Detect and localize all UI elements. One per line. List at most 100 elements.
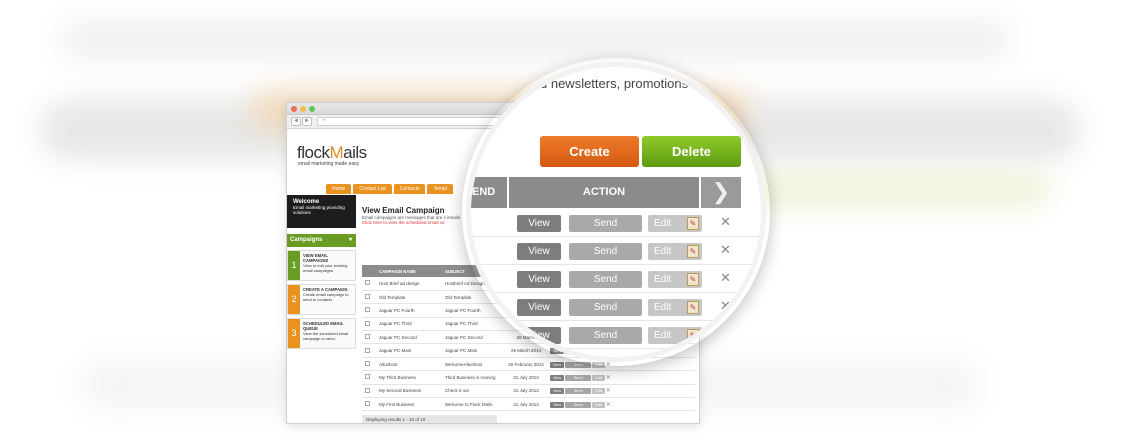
close-dot-icon[interactable]: [291, 106, 297, 112]
magnifier-lens: d newsletters, promotions c Create Delet…: [466, 62, 766, 362]
view-button[interactable]: View: [550, 361, 565, 368]
pencil-icon: ✎: [687, 329, 699, 342]
col-action-header: ACTION: [509, 177, 699, 208]
row-checkbox[interactable]: [362, 343, 376, 358]
bg-blur-top: [60, 20, 1010, 60]
campaign-subject: Third Business is running: [442, 370, 502, 385]
campaign-name: Jaguar PC Third: [376, 317, 442, 332]
delete-x-icon[interactable]: ✕: [720, 270, 731, 286]
row-actions: ViewSendEdit✕: [547, 384, 695, 399]
forward-icon[interactable]: ►: [302, 117, 312, 126]
zoomed-row: View Send Edit ✎ ✕: [471, 321, 761, 349]
send-button[interactable]: Send: [565, 388, 592, 395]
campaigns-header[interactable]: Campaigns ▾: [287, 234, 356, 247]
row-actions: ViewSendEdit✕: [547, 397, 695, 412]
send-button[interactable]: Send: [565, 401, 592, 408]
table-row: My Second Business Check it out 31 July 20…: [362, 384, 695, 399]
row-checkbox[interactable]: [362, 303, 376, 318]
row-checkbox[interactable]: [362, 290, 376, 305]
step-create-campaign[interactable]: 2 CREATE A CAMPAIGN Create email campaig…: [287, 284, 356, 315]
step-title: VIEW EMAIL CAMPAIGNS: [303, 253, 329, 263]
campaign-name: Altushost: [376, 357, 442, 372]
scroll-right-arrow-icon[interactable]: ❯: [701, 177, 741, 208]
campaign-name: My First Business: [376, 397, 442, 412]
send-button[interactable]: Send: [565, 374, 592, 381]
view-button[interactable]: View: [550, 388, 565, 395]
results-footer: Displaying results 1 - 10 of 10: [362, 415, 497, 423]
step-number: 2: [288, 285, 300, 314]
nav-contact-list[interactable]: Contact List: [353, 184, 392, 194]
edit-button[interactable]: Edit: [592, 374, 605, 381]
nav-contacts[interactable]: Contacts: [393, 184, 426, 194]
edit-button[interactable]: Edit ✎: [648, 243, 702, 260]
col-campaign-name: CAMPAIGN NAME: [376, 265, 442, 277]
nav-templates[interactable]: Templ: [427, 184, 453, 194]
delete-x-icon[interactable]: ✕: [720, 242, 731, 258]
campaign-name: Host Brief ad design: [376, 277, 442, 291]
pencil-icon: ✎: [687, 301, 699, 314]
maximize-dot-icon[interactable]: [309, 106, 315, 112]
step-text: Create email campaign to send to contact…: [303, 292, 349, 302]
pencil-icon: ✎: [687, 273, 699, 286]
row-checkbox[interactable]: [362, 370, 376, 385]
nav-home[interactable]: Home: [326, 184, 352, 194]
delete-button[interactable]: Delete: [642, 136, 741, 167]
edit-button[interactable]: Edit: [592, 388, 605, 395]
send-button[interactable]: Send: [569, 271, 642, 288]
minimize-dot-icon[interactable]: [300, 106, 306, 112]
delete-x-icon[interactable]: ✕: [720, 214, 731, 230]
table-row: My Third Business Third Business is runni…: [362, 370, 695, 385]
delete-x-icon[interactable]: ✕: [720, 326, 731, 342]
view-button[interactable]: View: [550, 374, 565, 381]
send-button[interactable]: Send: [569, 299, 642, 316]
delete-x-icon[interactable]: ✕: [606, 402, 611, 408]
view-button[interactable]: View: [517, 327, 561, 344]
delete-x-icon[interactable]: ✕: [606, 375, 611, 381]
row-checkbox[interactable]: [362, 357, 376, 372]
create-button[interactable]: Create: [540, 136, 639, 167]
back-icon[interactable]: ◄: [291, 117, 301, 126]
row-checkbox[interactable]: [362, 317, 376, 332]
zoomed-row: 2014ViewSendEdit✎✕: [471, 209, 761, 237]
send-button[interactable]: Send: [569, 327, 642, 344]
sidebar: Welcome Email marketing providing soluti…: [287, 195, 356, 349]
edit-button[interactable]: Edit ✎: [648, 299, 702, 316]
delete-x-icon[interactable]: ✕: [606, 388, 611, 394]
zoomed-row: 014ViewSendEdit✎✕: [471, 237, 761, 265]
row-checkbox[interactable]: [362, 330, 376, 345]
edit-button[interactable]: Edit ✎: [648, 215, 702, 232]
view-button[interactable]: View: [517, 243, 561, 260]
step-title: SCHEDULED EMAIL QUEUE: [303, 321, 344, 331]
step-number: 3: [288, 319, 300, 348]
chevron-down-icon: ▾: [348, 237, 352, 243]
step-view-campaigns[interactable]: 1 VIEW EMAIL CAMPAIGNS View or edit your…: [287, 250, 356, 281]
welcome-text: Email marketing providing solutions: [293, 205, 345, 215]
step-scheduled-queue[interactable]: 3 SCHEDULED EMAIL QUEUE View the schedul…: [287, 318, 356, 349]
campaign-name: Jaguar PC Main: [376, 343, 442, 358]
edit-button[interactable]: Edit: [592, 401, 605, 408]
row-actions: ViewSendEdit✕: [547, 370, 695, 385]
step-text: View the scheduled email campaign to sen…: [303, 331, 349, 341]
campaign-name: Jaguar PC Second: [376, 330, 442, 345]
view-button[interactable]: View: [517, 299, 561, 316]
edit-button[interactable]: Edit ✎: [648, 271, 702, 288]
view-button[interactable]: View: [517, 215, 561, 232]
top-nav: Home Contact List Contacts Templ: [326, 184, 453, 194]
zoomed-row: 4ViewSendEdit✎✕: [471, 265, 761, 293]
view-button[interactable]: View: [517, 271, 561, 288]
edit-button[interactable]: Edit ✎: [648, 327, 702, 344]
campaign-date: 31 July 2013: [502, 397, 547, 412]
campaign-date: 31 July 2013: [502, 384, 547, 399]
row-checkbox[interactable]: [362, 397, 376, 412]
row-checkbox[interactable]: [362, 384, 376, 399]
welcome-box: Welcome Email marketing providing soluti…: [287, 195, 356, 228]
delete-x-icon[interactable]: ✕: [720, 298, 731, 314]
campaign-date: 31 July 2013: [502, 370, 547, 385]
pencil-icon: ✎: [687, 217, 699, 230]
send-button[interactable]: Send: [569, 243, 642, 260]
send-button[interactable]: Send: [569, 215, 642, 232]
view-button[interactable]: View: [550, 401, 565, 408]
tagline-text: d newsletters, promotions c: [540, 76, 699, 91]
row-checkbox[interactable]: [362, 277, 376, 291]
select-all-header: [362, 265, 376, 277]
